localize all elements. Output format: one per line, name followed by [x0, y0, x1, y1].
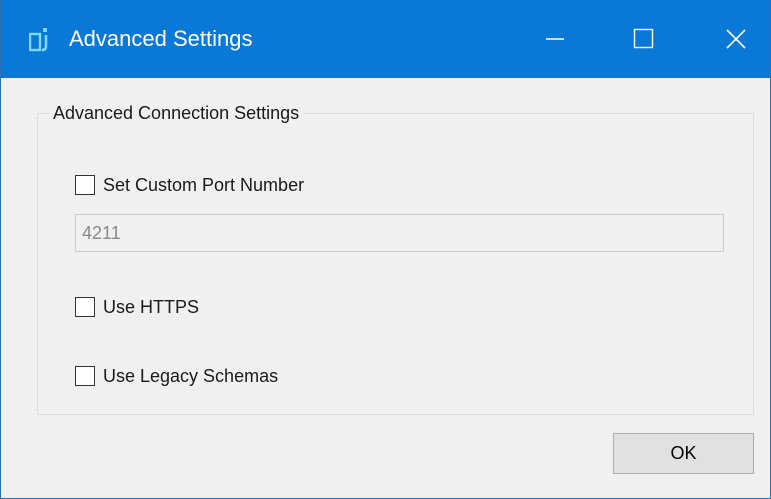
https-label: Use HTTPS	[103, 297, 200, 317]
close-icon	[726, 29, 746, 49]
advanced-settings-dialog: Advanced Settings Advanced Connection Se…	[0, 0, 771, 499]
minimize-button[interactable]	[523, 0, 587, 78]
minimize-icon	[546, 38, 564, 40]
title-bar[interactable]: Advanced Settings	[1, 0, 770, 78]
legacy-schemas-option[interactable]: Use Legacy Schemas	[75, 363, 278, 389]
maximize-button[interactable]	[612, 0, 676, 78]
ok-button[interactable]: OK	[613, 433, 754, 474]
custom-port-option[interactable]: Set Custom Port Number	[75, 172, 304, 198]
https-option[interactable]: Use HTTPS	[75, 294, 199, 320]
group-title: Advanced Connection Settings	[49, 101, 304, 125]
custom-port-label: Set Custom Port Number	[103, 175, 305, 195]
custom-port-checkbox[interactable]	[75, 175, 95, 195]
close-button[interactable]	[704, 0, 768, 78]
legacy-schemas-label: Use Legacy Schemas	[103, 366, 279, 386]
window-title: Advanced Settings	[69, 26, 253, 51]
maximize-icon	[633, 28, 654, 49]
port-number-field[interactable]	[75, 214, 724, 252]
legacy-schemas-checkbox[interactable]	[75, 366, 95, 386]
app-icon	[29, 28, 48, 52]
https-checkbox[interactable]	[75, 297, 95, 317]
